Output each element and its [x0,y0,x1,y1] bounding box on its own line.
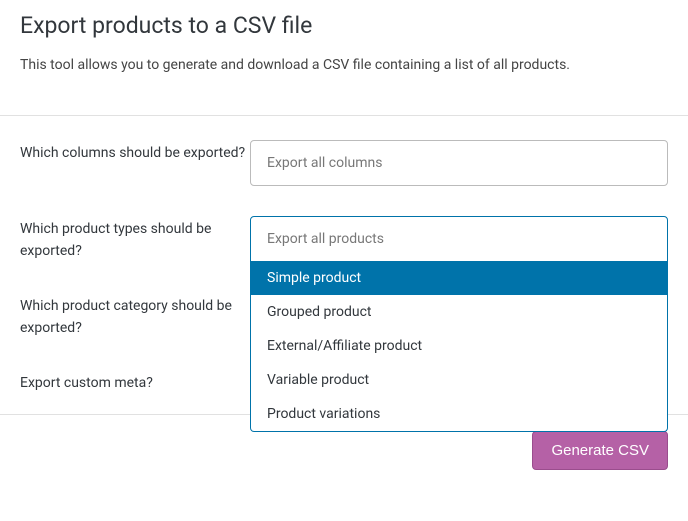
types-option-simple[interactable]: Simple product [251,261,667,295]
meta-label: Export custom meta? [20,370,250,394]
types-select[interactable]: Export all products [250,216,668,262]
types-label: Which product types should be exported? [20,216,250,263]
columns-label: Which columns should be exported? [20,140,250,164]
types-option-variable[interactable]: Variable product [251,363,667,397]
generate-csv-button[interactable]: Generate CSV [532,431,668,470]
page-description: This tool allows you to generate and dow… [20,57,668,73]
types-option-external[interactable]: External/Affiliate product [251,329,667,363]
columns-select[interactable]: Export all columns [250,140,668,186]
types-option-variations[interactable]: Product variations [251,397,667,431]
types-dropdown: Simple product Grouped product External/… [250,261,668,432]
types-option-grouped[interactable]: Grouped product [251,295,667,329]
page-title: Export products to a CSV file [20,12,668,39]
category-label: Which product category should be exporte… [20,293,250,340]
